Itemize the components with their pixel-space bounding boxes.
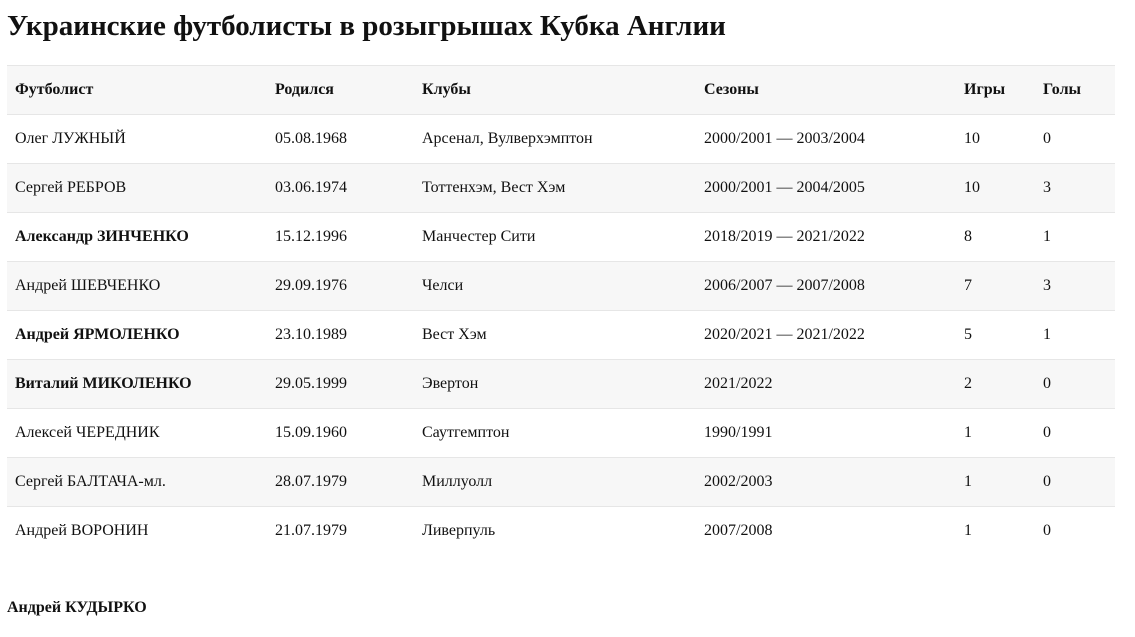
page-title: Украинские футболисты в розыгрышах Кубка… xyxy=(7,10,726,42)
players-table: Футболист Родился Клубы Сезоны Игры Голы… xyxy=(7,65,1115,555)
column-header-player: Футболист xyxy=(7,65,267,115)
cell-player: Сергей РЕБРОВ xyxy=(7,163,267,213)
cell-games: 1 xyxy=(956,506,1035,555)
cell-clubs: Тоттенхэм, Вест Хэм xyxy=(414,163,696,213)
cell-clubs: Челси xyxy=(414,261,696,311)
table-row: Алексей ЧЕРЕДНИК 15.09.1960 Саутгемптон 199… xyxy=(7,408,1115,458)
cell-player: Александр ЗИНЧЕНКО xyxy=(7,212,267,262)
column-header-games: Игры xyxy=(956,65,1035,115)
column-header-seasons: Сезоны xyxy=(696,65,956,115)
cell-goals: 0 xyxy=(1035,359,1115,409)
table-row: Андрей ВОРОНИН 21.07.1979 Ливерпуль 2007/20… xyxy=(7,506,1115,555)
cell-games: 10 xyxy=(956,114,1035,164)
table-row: Александр ЗИНЧЕНКО 15.12.1996 Манчестер Си… xyxy=(7,212,1115,262)
cell-clubs: Саутгемптон xyxy=(414,408,696,458)
table-row: Виталий МИКОЛЕНКО 29.05.1999 Эвертон 2021/2… xyxy=(7,359,1115,409)
table-row: Андрей ЯРМОЛЕНКО 23.10.1989 Вест Хэм 2020/2… xyxy=(7,310,1115,360)
cell-player: Виталий МИКОЛЕНКО xyxy=(7,359,267,409)
cell-born: 29.09.1976 xyxy=(267,261,414,311)
cell-seasons: 1990/1991 xyxy=(696,408,956,458)
cell-player: Олег ЛУЖНЫЙ xyxy=(7,114,267,164)
cell-seasons: 2021/2022 xyxy=(696,359,956,409)
cell-player: Андрей ШЕВЧЕНКО xyxy=(7,261,267,311)
cell-clubs: Эвертон xyxy=(414,359,696,409)
column-header-clubs: Клубы xyxy=(414,65,696,115)
table-header-row: Футболист Родился Клубы Сезоны Игры Голы xyxy=(7,65,1115,115)
cell-games: 1 xyxy=(956,408,1035,458)
cell-games: 8 xyxy=(956,212,1035,262)
cell-born: 29.05.1999 xyxy=(267,359,414,409)
column-header-born: Родился xyxy=(267,65,414,115)
column-header-goals: Голы xyxy=(1035,65,1115,115)
cell-goals: 1 xyxy=(1035,310,1115,360)
cell-seasons: 2020/2021 — 2021/2022 xyxy=(696,310,956,360)
cell-seasons: 2006/2007 — 2007/2008 xyxy=(696,261,956,311)
table-row: Олег ЛУЖНЫЙ 05.08.1968 Арсенал, Вулверхэмп… xyxy=(7,114,1115,164)
cell-seasons: 2018/2019 — 2021/2022 xyxy=(696,212,956,262)
cell-player: Андрей ВОРОНИН xyxy=(7,506,267,555)
cell-clubs: Вест Хэм xyxy=(414,310,696,360)
cell-games: 7 xyxy=(956,261,1035,311)
cell-games: 2 xyxy=(956,359,1035,409)
cell-clubs: Арсенал, Вулверхэмптон xyxy=(414,114,696,164)
table-row: Сергей РЕБРОВ 03.06.1974 Тоттенхэм, Вест Х… xyxy=(7,163,1115,213)
cell-born: 28.07.1979 xyxy=(267,457,414,507)
cell-seasons: 2000/2001 — 2003/2004 xyxy=(696,114,956,164)
cell-goals: 1 xyxy=(1035,212,1115,262)
cell-born: 03.06.1974 xyxy=(267,163,414,213)
cell-games: 5 xyxy=(956,310,1035,360)
cell-born: 15.09.1960 xyxy=(267,408,414,458)
table-header: Футболист Родился Клубы Сезоны Игры Голы xyxy=(7,65,1115,115)
cell-clubs: Миллуолл xyxy=(414,457,696,507)
article-author: Андрей КУДЫРКО xyxy=(7,599,147,616)
cell-games: 10 xyxy=(956,163,1035,213)
cell-goals: 3 xyxy=(1035,163,1115,213)
cell-goals: 0 xyxy=(1035,114,1115,164)
cell-player: Андрей ЯРМОЛЕНКО xyxy=(7,310,267,360)
cell-player: Алексей ЧЕРЕДНИК xyxy=(7,408,267,458)
cell-clubs: Манчестер Сити xyxy=(414,212,696,262)
cell-born: 21.07.1979 xyxy=(267,506,414,555)
cell-player: Сергей БАЛТАЧА-мл. xyxy=(7,457,267,507)
table-row: Андрей ШЕВЧЕНКО 29.09.1976 Челси 2006/2007 … xyxy=(7,261,1115,311)
cell-goals: 3 xyxy=(1035,261,1115,311)
cell-clubs: Ливерпуль xyxy=(414,506,696,555)
table-row: Сергей БАЛТАЧА-мл. 28.07.1979 Миллуолл 2002… xyxy=(7,457,1115,507)
table-body: Олег ЛУЖНЫЙ 05.08.1968 Арсенал, Вулверхэмп… xyxy=(7,114,1115,555)
cell-goals: 0 xyxy=(1035,408,1115,458)
cell-games: 1 xyxy=(956,457,1035,507)
cell-born: 15.12.1996 xyxy=(267,212,414,262)
cell-goals: 0 xyxy=(1035,457,1115,507)
cell-born: 23.10.1989 xyxy=(267,310,414,360)
cell-seasons: 2002/2003 xyxy=(696,457,956,507)
cell-seasons: 2007/2008 xyxy=(696,506,956,555)
cell-born: 05.08.1968 xyxy=(267,114,414,164)
cell-goals: 0 xyxy=(1035,506,1115,555)
cell-seasons: 2000/2001 — 2004/2005 xyxy=(696,163,956,213)
